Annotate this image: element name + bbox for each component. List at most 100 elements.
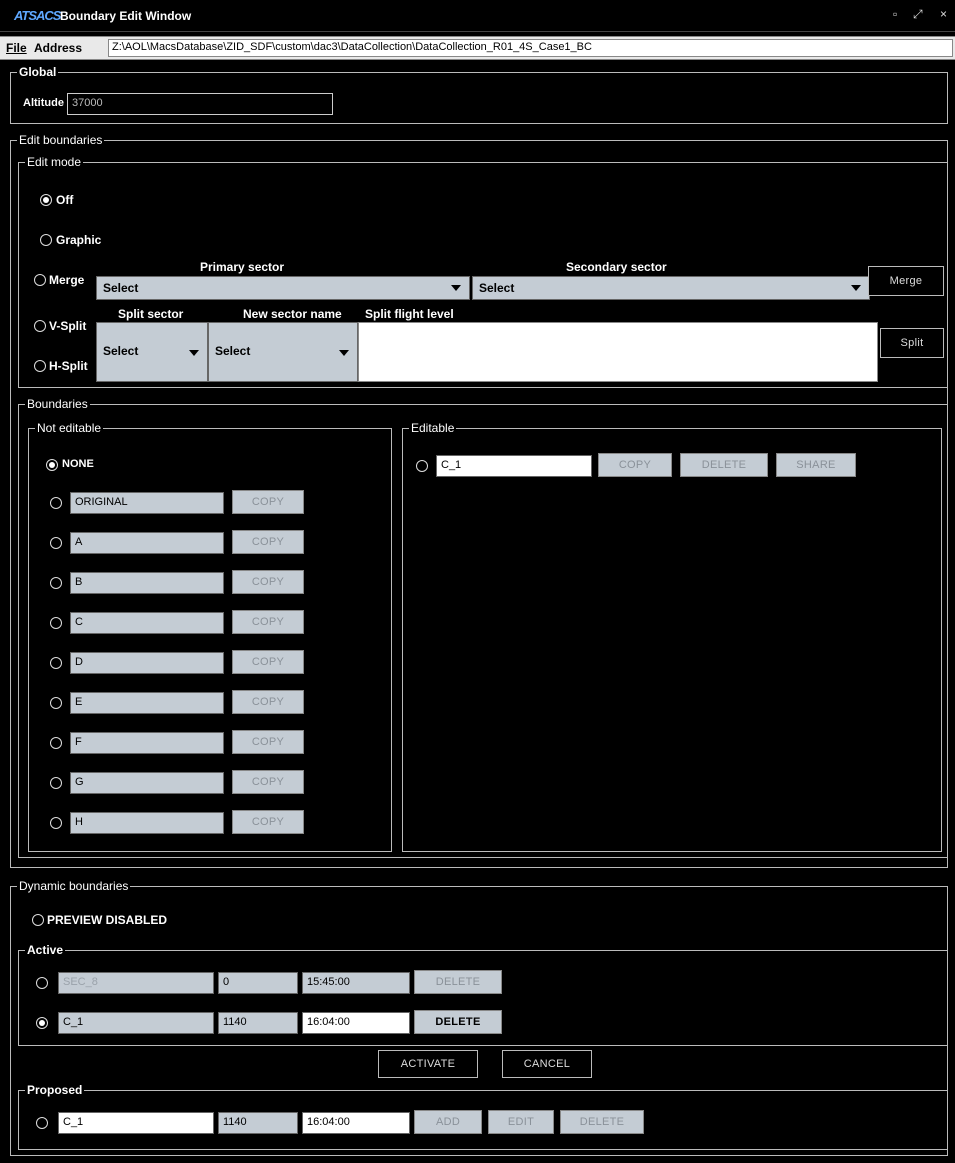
window-title: Boundary Edit Window [60,9,192,23]
boundary-name-field: H [70,812,224,834]
boundary-copy-button[interactable]: COPY [232,770,304,794]
boundary-radio[interactable] [50,737,62,749]
menu-bar: File Address Z:\AOL\MacsDatabase\ZID_SDF… [0,36,955,60]
boundary-name-field: F [70,732,224,754]
active-legend: Active [25,943,66,957]
graphic-radio[interactable] [40,234,52,246]
merge-radio[interactable] [34,274,46,286]
proposed-name[interactable]: C_1 [58,1112,214,1134]
none-radio[interactable] [46,459,58,471]
chevron-down-icon [851,285,861,291]
boundary-radio[interactable] [50,777,62,789]
edit-boundaries-legend: Edit boundaries [17,133,105,147]
editable-share-button[interactable]: SHARE [776,453,856,477]
secondary-sector-value: Select [479,281,515,295]
proposed-time[interactable]: 16:04:00 [302,1112,410,1134]
proposed-legend: Proposed [25,1083,85,1097]
primary-sector-value: Select [103,281,139,295]
boundary-name-field: D [70,652,224,674]
merge-label: Merge [49,273,85,287]
proposed-value: 1140 [218,1112,298,1134]
none-label: NONE [62,458,94,470]
boundary-name-field: G [70,772,224,794]
split-sector-select[interactable]: Select [96,322,208,382]
active-delete-button[interactable]: DELETE [414,970,502,994]
split-button[interactable]: Split [880,328,944,358]
boundary-copy-button[interactable]: COPY [232,610,304,634]
boundary-radio[interactable] [50,817,62,829]
graphic-label: Graphic [56,233,102,247]
editable-panel: Editable [402,421,942,852]
editable-copy-button[interactable]: COPY [598,453,672,477]
activate-button[interactable]: ACTIVATE [378,1050,478,1078]
boundary-radio[interactable] [50,617,62,629]
close-icon[interactable]: × [940,7,947,21]
active-row-radio[interactable] [36,977,48,989]
boundary-copy-button[interactable]: COPY [232,690,304,714]
active-row-radio[interactable] [36,1017,48,1029]
proposed-add-button[interactable]: ADD [414,1110,482,1134]
global-legend: Global [17,65,59,79]
chevron-down-icon [451,285,461,291]
proposed-delete-button[interactable]: DELETE [560,1110,644,1134]
dynamic-boundaries-legend: Dynamic boundaries [17,879,131,893]
preview-radio[interactable] [32,914,44,926]
app-logo: ATSACS [14,8,61,23]
altitude-input[interactable]: 37000 [67,93,333,115]
split-flight-level-header: Split flight level [365,307,454,321]
boundary-radio[interactable] [50,697,62,709]
editable-radio[interactable] [416,460,428,472]
editable-delete-button[interactable]: DELETE [680,453,768,477]
boundary-copy-button[interactable]: COPY [232,570,304,594]
hsplit-label: H-Split [49,359,88,373]
off-label: Off [56,193,74,207]
new-sector-name-select[interactable]: Select [208,322,358,382]
preview-label: PREVIEW DISABLED [47,913,168,927]
chevron-down-icon [189,350,199,356]
active-value: 0 [218,972,298,994]
boundary-radio[interactable] [50,497,62,509]
active-delete-button[interactable]: DELETE [414,1010,502,1034]
boundary-radio[interactable] [50,577,62,589]
maximize-icon[interactable]: ⤢ [913,7,923,22]
cancel-button[interactable]: CANCEL [502,1050,592,1078]
active-name: C_1 [58,1012,214,1034]
primary-sector-select[interactable]: Select [96,276,470,300]
secondary-sector-select[interactable]: Select [472,276,870,300]
boundary-copy-button[interactable]: COPY [232,490,304,514]
merge-button[interactable]: Merge [868,266,944,296]
active-name: SEC_8 [58,972,214,994]
editable-name-input[interactable]: C_1 [436,455,592,477]
restore-icon[interactable]: ▫ [893,7,897,21]
address-field[interactable]: Z:\AOL\MacsDatabase\ZID_SDF\custom\dac3\… [108,39,953,57]
new-sector-name-value: Select [215,344,251,358]
not-editable-legend: Not editable [35,421,104,435]
primary-sector-header: Primary sector [200,260,285,274]
boundary-radio[interactable] [50,537,62,549]
boundary-copy-button[interactable]: COPY [232,530,304,554]
split-sector-value: Select [103,344,139,358]
address-label: Address [34,41,83,55]
chevron-down-icon [339,350,349,356]
off-radio[interactable] [40,194,52,206]
boundary-copy-button[interactable]: COPY [232,650,304,674]
active-time: 15:45:00 [302,972,410,994]
split-sector-header: Split sector [118,307,184,321]
vsplit-label: V-Split [49,319,87,333]
title-bar: ATSACS Boundary Edit Window ▫ ⤢ × [0,0,955,32]
edit-mode-legend: Edit mode [25,155,84,169]
boundary-copy-button[interactable]: COPY [232,730,304,754]
boundary-copy-button[interactable]: COPY [232,810,304,834]
boundary-name-field: ORIGINAL [70,492,224,514]
file-menu[interactable]: File [6,41,27,55]
split-flight-level-field[interactable] [358,322,878,382]
secondary-sector-header: Secondary sector [566,260,667,274]
proposed-radio[interactable] [36,1117,48,1129]
hsplit-radio[interactable] [34,360,46,372]
proposed-edit-button[interactable]: EDIT [488,1110,554,1134]
boundary-radio[interactable] [50,657,62,669]
new-sector-name-header: New sector name [243,307,342,321]
altitude-label: Altitude [23,97,64,109]
active-time[interactable]: 16:04:00 [302,1012,410,1034]
vsplit-radio[interactable] [34,320,46,332]
